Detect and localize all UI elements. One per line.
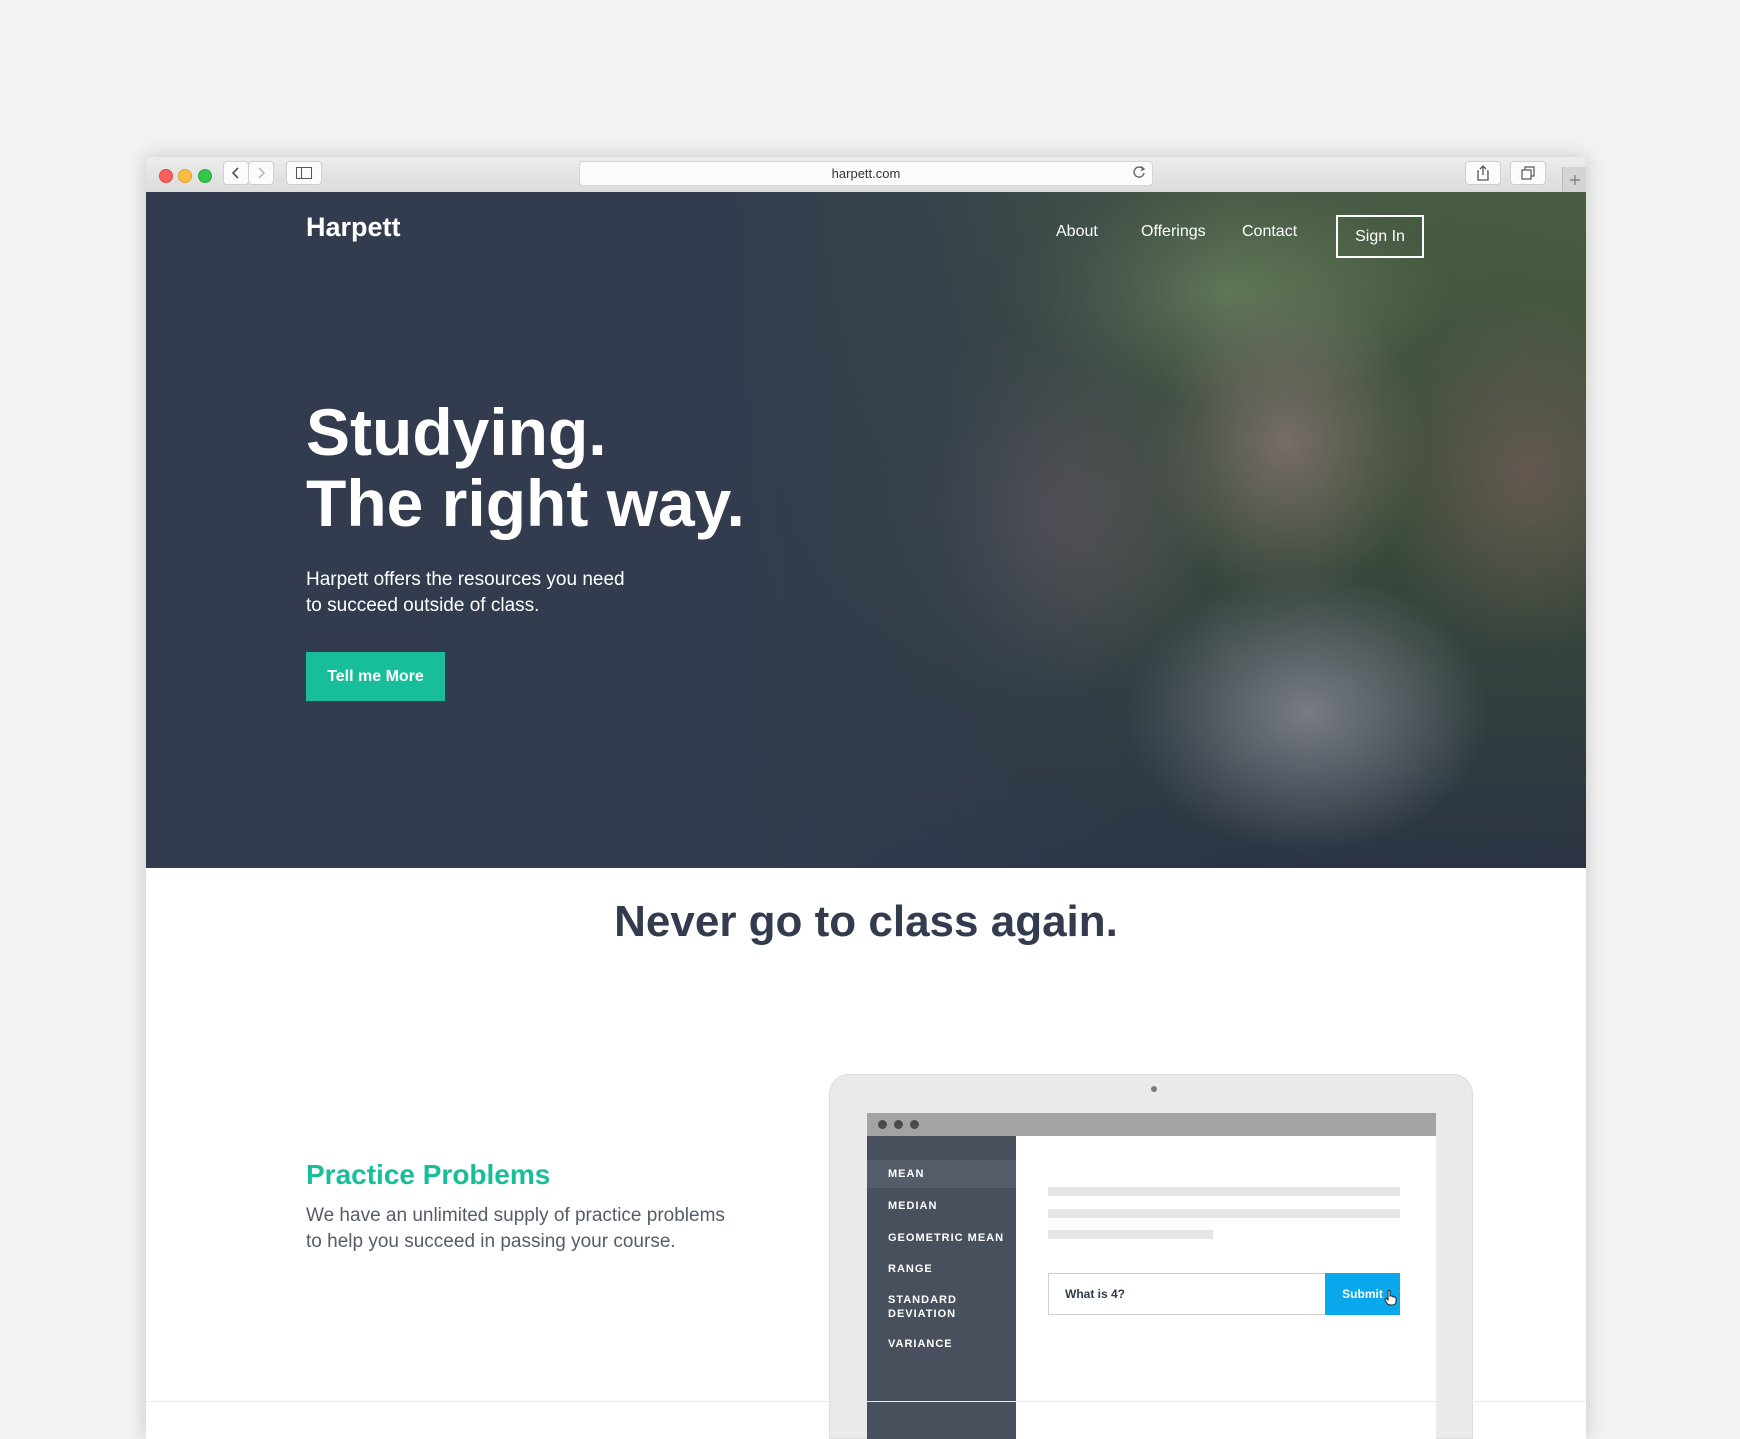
tabs-icon — [1521, 166, 1535, 180]
forward-icon — [258, 167, 266, 179]
sidebar-icon — [296, 167, 312, 179]
minimize-window-button[interactable] — [178, 169, 192, 183]
browser-toolbar: harpett.com — [146, 157, 1586, 193]
placeholder-line — [1048, 1230, 1213, 1239]
menu-item-standard-deviation[interactable]: STANDARD DEVIATION — [867, 1293, 1016, 1321]
menu-item-median[interactable]: MEDIAN — [867, 1199, 1016, 1213]
forward-button[interactable] — [248, 161, 274, 185]
address-bar[interactable]: harpett.com — [579, 161, 1153, 186]
feature-description: We have an unlimited supply of practice … — [306, 1203, 746, 1255]
placeholder-line — [1048, 1187, 1400, 1196]
url-text: harpett.com — [831, 166, 901, 181]
sign-in-button[interactable]: Sign In — [1336, 215, 1424, 258]
back-icon — [231, 167, 239, 179]
mockup-sidebar: MEAN MEDIAN GEOMETRIC MEAN RANGE STANDAR… — [867, 1136, 1016, 1439]
menu-item-variance[interactable]: VARIANCE — [867, 1337, 1016, 1351]
mockup-screen: MEAN MEDIAN GEOMETRIC MEAN RANGE STANDAR… — [867, 1113, 1436, 1439]
menu-item-standard-deviation-line1: STANDARD — [888, 1294, 957, 1306]
laptop-mockup: MEAN MEDIAN GEOMETRIC MEAN RANGE STANDAR… — [829, 1074, 1473, 1439]
show-tabs-button[interactable] — [1510, 161, 1546, 185]
maximize-window-button[interactable] — [198, 169, 212, 183]
plus-icon — [1570, 174, 1580, 185]
reload-icon[interactable] — [1132, 165, 1146, 179]
answer-input[interactable]: What is 4? — [1048, 1273, 1326, 1315]
nav-offerings[interactable]: Offerings — [1141, 223, 1206, 241]
section-title: Never go to class again. — [614, 897, 1118, 946]
menu-item-range[interactable]: RANGE — [867, 1262, 1016, 1276]
menu-item-mean[interactable]: MEAN — [867, 1160, 1016, 1188]
mockup-dot — [894, 1120, 903, 1129]
hero-subtitle: Harpett offers the resources you need to… — [306, 567, 666, 619]
share-icon — [1477, 165, 1489, 181]
menu-item-standard-deviation-line2: DEVIATION — [888, 1308, 957, 1320]
back-button[interactable] — [223, 161, 249, 185]
hero-subtitle-line2: to succeed outside of class. — [306, 595, 540, 616]
share-button[interactable] — [1465, 161, 1501, 185]
hero-title-line2: The right way. — [306, 466, 745, 540]
hero-section: Harpett About Offerings Contact Sign In … — [146, 192, 1586, 868]
hero-title-line1: Studying. — [306, 395, 607, 469]
site-logo[interactable]: Harpett — [306, 212, 401, 243]
hero-subtitle-line1: Harpett offers the resources you need — [306, 569, 625, 590]
feature-description-line1: We have an unlimited supply of practice … — [306, 1205, 725, 1226]
mockup-dot — [910, 1120, 919, 1129]
section-divider — [146, 1401, 1586, 1402]
sidebar-toggle-button[interactable] — [286, 161, 322, 185]
mockup-dot — [878, 1120, 887, 1129]
new-tab-button[interactable] — [1562, 167, 1586, 192]
browser-window: harpett.com Harpett About Offerings Cont… — [146, 157, 1586, 1439]
feature-description-line2: to help you succeed in passing your cour… — [306, 1231, 676, 1252]
nav-contact[interactable]: Contact — [1242, 223, 1297, 241]
menu-item-geometric-mean[interactable]: GEOMETRIC MEAN — [867, 1231, 1016, 1245]
nav-about[interactable]: About — [1056, 223, 1098, 241]
tell-me-more-button[interactable]: Tell me More — [306, 652, 445, 701]
camera-dot — [1151, 1086, 1157, 1092]
placeholder-line — [1048, 1209, 1400, 1218]
feature-title: Practice Problems — [306, 1159, 551, 1190]
hand-cursor-icon — [1384, 1290, 1397, 1306]
mockup-window-bar — [867, 1113, 1436, 1136]
close-window-button[interactable] — [159, 169, 173, 183]
hero-title: Studying. The right way. — [306, 397, 745, 539]
